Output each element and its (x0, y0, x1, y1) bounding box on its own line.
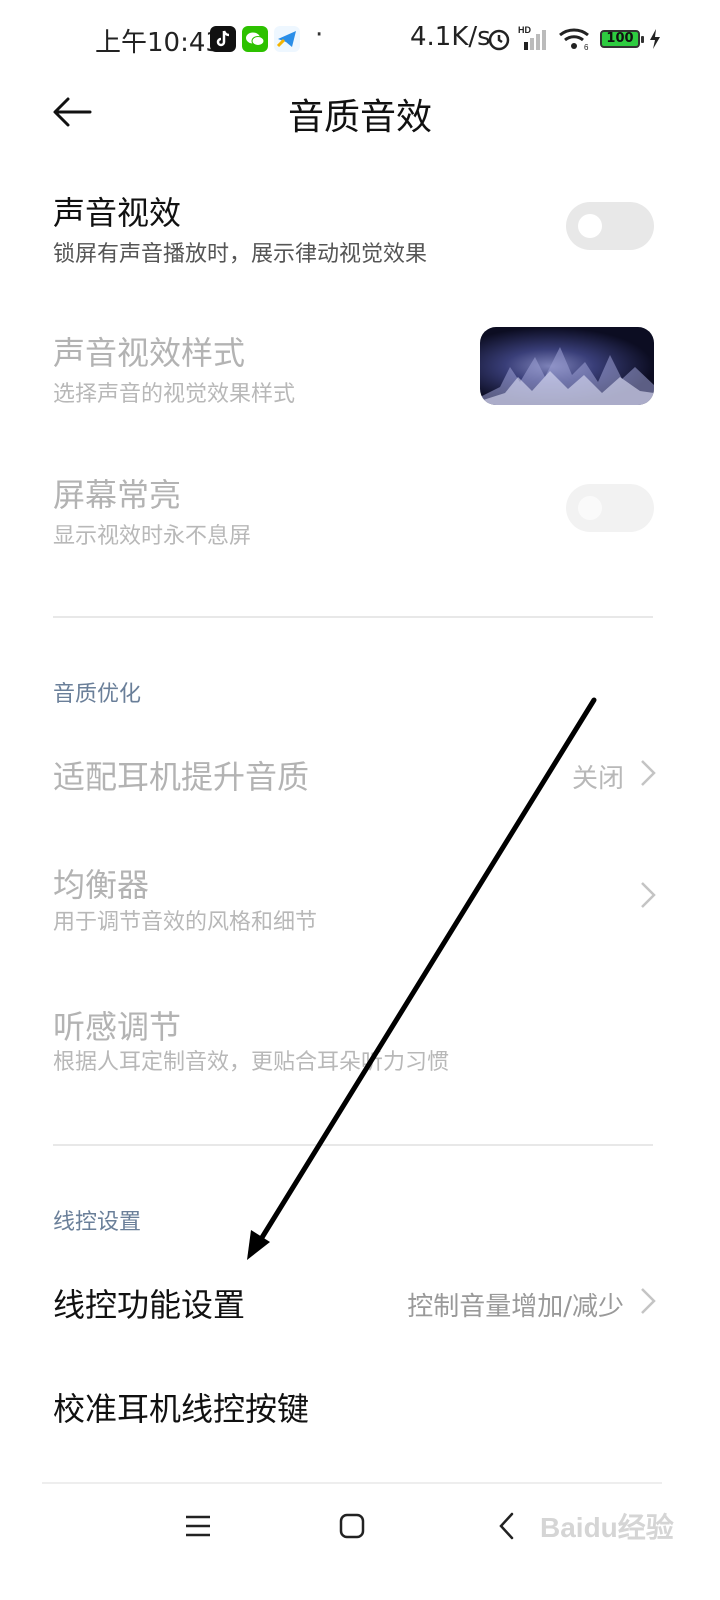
section-header-wire-control: 线控设置 (53, 1210, 142, 1235)
headphone-adapt-title: 适配耳机提升音质 (53, 758, 310, 796)
navbar-divider (42, 1482, 662, 1484)
screen-on-toggle[interactable] (566, 484, 654, 532)
headphone-adapt-value: 关闭 (571, 764, 624, 794)
chevron-right-icon (638, 758, 658, 788)
equalizer-subtitle: 用于调节音效的风格和细节 (53, 910, 318, 935)
wire-function-title: 线控功能设置 (53, 1286, 246, 1324)
sound-visual-style-subtitle: 选择声音的视觉效果样式 (53, 382, 296, 407)
baidu-watermark: Baidu经验 (540, 1512, 674, 1543)
screen-on-subtitle: 显示视效时永不息屏 (53, 524, 252, 549)
menu-icon[interactable] (184, 1512, 212, 1540)
setting-row-headphone-adapt[interactable]: 适配耳机提升音质 关闭 (0, 744, 720, 804)
hearing-adjust-subtitle: 根据人耳定制音效，更贴合耳朵听力习惯 (53, 1050, 450, 1075)
alarm-icon (486, 26, 512, 52)
status-separator: · (315, 20, 324, 50)
sound-visual-style-title: 声音视效样式 (53, 334, 246, 372)
toggle-knob (578, 496, 602, 520)
sound-visual-toggle[interactable] (566, 202, 654, 250)
setting-row-calibrate-wire[interactable]: 校准耳机线控按键 (0, 1376, 720, 1436)
svg-text:6: 6 (584, 43, 589, 52)
wire-function-value: 控制音量增加/减少 (407, 1292, 624, 1322)
toggle-knob (578, 214, 602, 238)
sound-visual-title: 声音视效 (53, 194, 182, 232)
signal-icon: HD (518, 24, 552, 52)
visual-style-preview-thumbnail[interactable] (480, 327, 654, 405)
wifi-icon: 6 (558, 26, 592, 52)
svg-text:HD: HD (518, 25, 531, 35)
section-divider (53, 1144, 653, 1146)
equalizer-title: 均衡器 (53, 866, 150, 904)
setting-row-wire-function[interactable]: 线控功能设置 控制音量增加/减少 (0, 1272, 720, 1332)
chevron-right-icon (638, 1286, 658, 1316)
section-divider (53, 616, 653, 618)
sound-visual-subtitle: 锁屏有声音播放时，展示律动视觉效果 (53, 242, 428, 267)
charging-icon (648, 28, 662, 50)
home-icon[interactable] (338, 1512, 366, 1540)
net-speed: 4.1K/s (410, 22, 491, 52)
calibrate-wire-title: 校准耳机线控按键 (53, 1390, 310, 1428)
setting-row-hearing-adjust[interactable]: 听感调节 根据人耳定制音效，更贴合耳朵听力习惯 (0, 994, 720, 1094)
setting-row-equalizer[interactable]: 均衡器 用于调节音效的风格和细节 (0, 852, 720, 952)
setting-row-sound-visual[interactable]: 声音视效 锁屏有声音播放时，展示律动视觉效果 (0, 180, 720, 280)
battery-indicator: 100 (600, 30, 644, 48)
setting-row-screen-on[interactable]: 屏幕常亮 显示视效时永不息屏 (0, 462, 720, 562)
wechat-icon (242, 26, 268, 52)
hearing-adjust-title: 听感调节 (53, 1008, 182, 1046)
chevron-right-icon (638, 880, 658, 910)
telegram-icon (274, 26, 300, 52)
status-time: 上午10:43 (95, 28, 222, 58)
section-header-audio: 音质优化 (53, 682, 142, 707)
page-title: 音质音效 (287, 97, 432, 138)
screen-on-title: 屏幕常亮 (53, 476, 182, 514)
tiktok-icon (210, 26, 236, 52)
back-icon[interactable] (496, 1510, 518, 1542)
